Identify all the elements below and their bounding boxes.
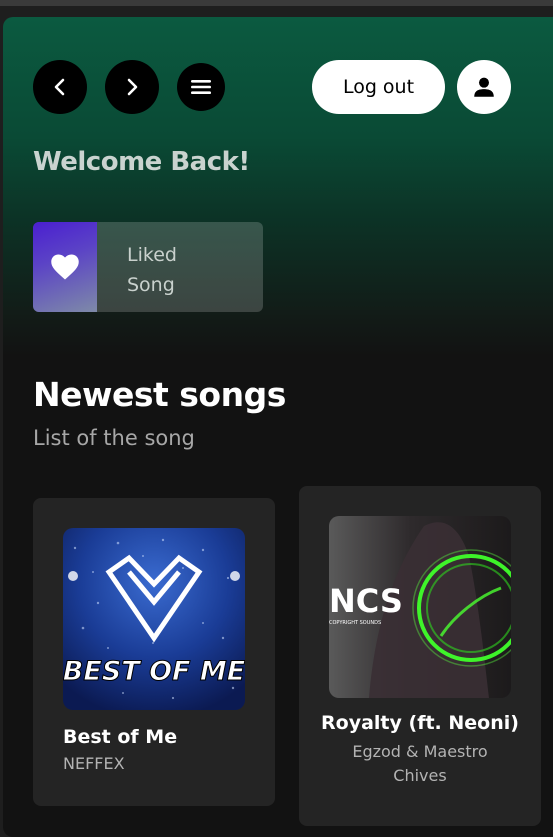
section-subtitle: List of the song	[33, 426, 195, 450]
song-title: Best of Me	[63, 726, 178, 748]
album-cover: BEST OF ME	[63, 528, 245, 710]
cover-subtext: COPYRIGHT SOUNDS	[329, 620, 381, 626]
song-title: Royalty (ft. Neoni)	[321, 712, 519, 734]
song-artist: NEFFEX	[63, 754, 125, 773]
hamburger-menu-icon	[191, 80, 211, 94]
user-icon	[474, 77, 494, 97]
window-top-strip	[0, 0, 553, 6]
cover-text: NCS	[329, 582, 403, 620]
music-app: Log out Welcome Back! Liked Song Newest …	[3, 17, 553, 837]
back-button[interactable]	[33, 60, 87, 114]
best-of-me-cover: BEST OF ME	[63, 528, 245, 710]
royalty-cover: NCS COPYRIGHT SOUNDS	[329, 516, 511, 698]
song-card[interactable]: NCS COPYRIGHT SOUNDS Royalty (ft. Neoni)…	[299, 486, 541, 826]
song-artist-line2: Chives	[393, 766, 447, 785]
welcome-heading: Welcome Back!	[33, 147, 250, 177]
liked-label-line2: Song	[127, 274, 175, 296]
liked-songs-label: Liked Song	[127, 240, 247, 300]
chevron-left-icon	[54, 78, 65, 96]
liked-songs-card[interactable]: Liked Song	[33, 222, 263, 312]
album-cover: NCS COPYRIGHT SOUNDS	[329, 516, 511, 698]
song-artist-line1: Egzod & Maestro	[352, 742, 488, 761]
liked-songs-art	[33, 222, 97, 312]
logout-button[interactable]: Log out	[312, 60, 445, 114]
song-artist: Egzod & Maestro Chives	[299, 740, 541, 788]
song-card[interactable]: BEST OF ME Best of Me NEFFEX	[33, 498, 275, 806]
menu-button[interactable]	[177, 63, 225, 111]
chevron-right-icon	[127, 78, 138, 96]
heart-icon	[51, 254, 79, 280]
user-profile-button[interactable]	[457, 60, 511, 114]
forward-button[interactable]	[105, 60, 159, 114]
section-title: Newest songs	[33, 375, 286, 414]
cover-text: BEST OF ME	[63, 656, 245, 687]
liked-label-line1: Liked	[127, 244, 177, 266]
